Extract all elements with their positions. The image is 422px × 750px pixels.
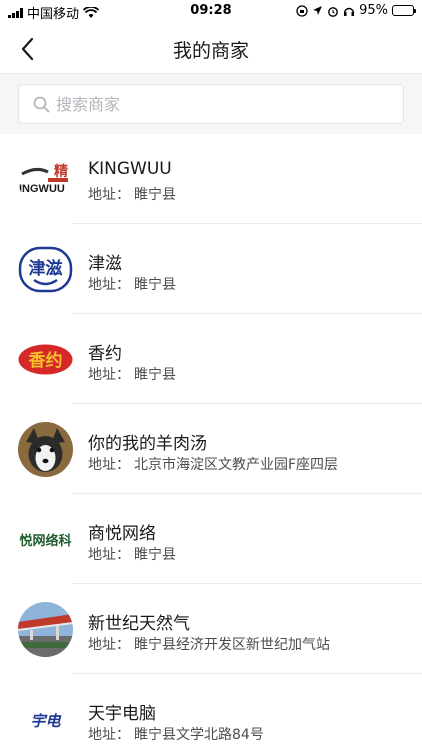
merchant-item[interactable]: 悦网络科 商悦网络 地址： 睢宁县 — [0, 494, 422, 584]
search-icon — [33, 96, 50, 112]
address-label: 地址： — [88, 367, 130, 383]
logo-text: INGWUU — [19, 183, 65, 195]
address-label: 地址： — [88, 277, 130, 293]
merchant-address: 地址： 睢宁县 — [88, 184, 176, 204]
xiangyue-logo: 香约 — [18, 332, 73, 387]
tianyu-logo: 宇电 — [18, 692, 73, 747]
merchant-address: 地址： 睢宁县 — [88, 274, 176, 294]
merchant-list: 精 INGWUU KINGWUU 地址： 睢宁县 津滋 津滋 地址： 睢宁县 香约 — [0, 134, 422, 750]
address-value: 睢宁县 — [134, 277, 176, 293]
dog-photo-avatar — [18, 422, 73, 477]
merchant-name: 新世纪天然气 — [88, 614, 190, 634]
search-area — [0, 74, 422, 134]
address-value: 睢宁县 — [134, 367, 176, 383]
merchant-name: 香约 — [88, 344, 122, 364]
merchant-name: 你的我的羊肉汤 — [88, 434, 207, 454]
kingwuu-logo: 精 INGWUU — [18, 152, 73, 207]
address-label: 地址： — [88, 457, 130, 473]
location-icon — [313, 6, 323, 15]
search-input[interactable] — [56, 94, 356, 114]
page-title: 我的商家 — [172, 40, 249, 62]
merchant-address: 地址： 睢宁县 — [88, 544, 176, 564]
merchant-name: KINGWUU — [88, 159, 172, 179]
address-label: 地址： — [88, 637, 130, 653]
nav-bar: 我的商家 — [0, 22, 422, 74]
address-label: 地址： — [88, 727, 130, 743]
merchant-item[interactable]: 香约 香约 地址： 睢宁县 — [0, 314, 422, 404]
logo-text: 悦网络科 — [19, 533, 71, 549]
address-value: 睢宁县 — [134, 187, 176, 203]
alarm-icon — [328, 6, 338, 17]
merchant-item[interactable]: 津滋 津滋 地址： 睢宁县 — [0, 224, 422, 314]
search-box[interactable] — [18, 84, 404, 124]
address-value: 睢宁县经济开发区新世纪加气站 — [134, 637, 330, 653]
address-label: 地址： — [88, 187, 130, 203]
status-bar: 中国移动 09:28 95% — [0, 0, 422, 22]
gas-station-photo — [18, 602, 73, 657]
merchant-address: 地址： 睢宁县文学北路84号 — [88, 724, 264, 744]
merchant-name: 天宇电脑 — [88, 704, 156, 724]
merchant-address: 地址： 北京市海淀区文教产业园F座四层 — [88, 454, 338, 474]
merchant-item[interactable]: 宇电 天宇电脑 地址： 睢宁县文学北路84号 — [0, 674, 422, 750]
shangyue-logo: 悦网络科 — [18, 512, 73, 567]
rotation-lock-icon — [296, 4, 308, 17]
address-value: 北京市海淀区文教产业园F座四层 — [134, 457, 339, 473]
logo-text: 香约 — [29, 350, 63, 371]
merchant-item[interactable]: 新世纪天然气 地址： 睢宁县经济开发区新世纪加气站 — [0, 584, 422, 674]
merchant-name: 商悦网络 — [88, 524, 156, 544]
merchant-name: 津滋 — [88, 254, 122, 274]
svg-text:精: 精 — [54, 163, 68, 180]
merchant-address: 地址： 睢宁县经济开发区新世纪加气站 — [88, 634, 330, 654]
jinzi-logo: 津滋 — [18, 242, 73, 297]
logo-text: 津滋 — [29, 258, 63, 279]
address-label: 地址： — [88, 547, 130, 563]
address-value: 睢宁县文学北路84号 — [134, 727, 264, 743]
status-right: 95% — [296, 3, 416, 18]
merchant-address: 地址： 睢宁县 — [88, 364, 176, 384]
logo-text: 宇电 — [30, 712, 61, 730]
address-value: 睢宁县 — [134, 547, 176, 563]
battery-percent: 95% — [359, 3, 388, 18]
merchant-item[interactable]: 精 INGWUU KINGWUU 地址： 睢宁县 — [0, 134, 422, 224]
battery-icon — [392, 5, 416, 16]
merchant-item[interactable]: 你的我的羊肉汤 地址： 北京市海淀区文教产业园F座四层 — [0, 404, 422, 494]
headphones-icon — [343, 7, 355, 16]
